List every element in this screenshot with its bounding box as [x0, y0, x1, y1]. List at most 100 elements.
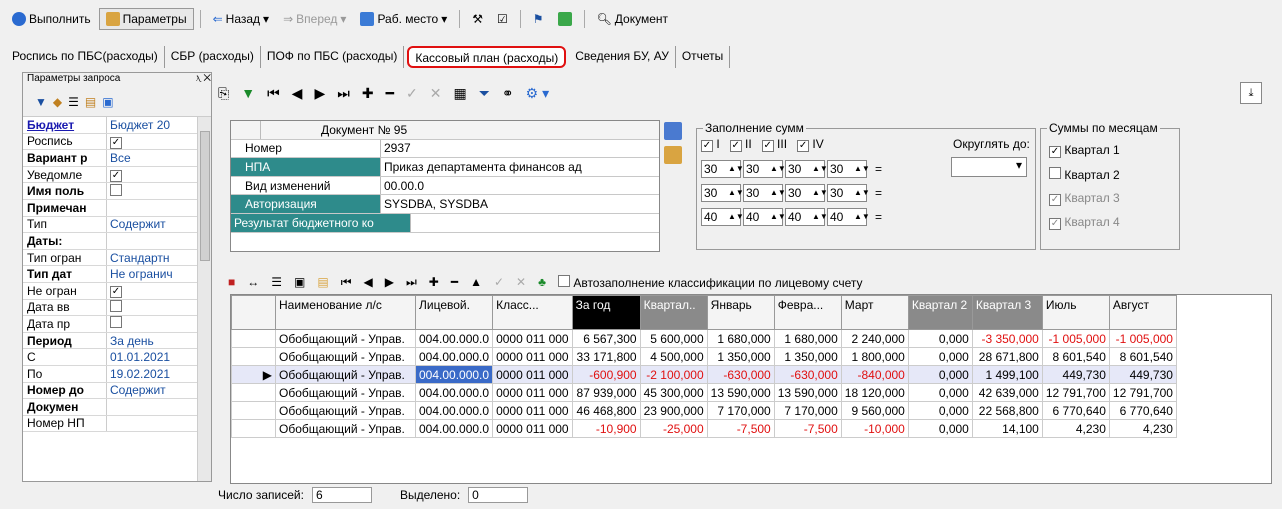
prev-record-icon[interactable]: ◀ [364, 275, 373, 289]
param-value[interactable]: Содержит [107, 217, 195, 231]
grid-column-header[interactable]: Январь [706, 295, 775, 330]
percent-spinner[interactable]: 30 ▲▼ [785, 160, 828, 178]
table-cell[interactable]: 0,000 [907, 329, 973, 348]
param-row[interactable]: Докумен [23, 399, 211, 416]
param-value[interactable]: 19.02.2021 [107, 367, 195, 381]
param-value[interactable] [107, 316, 195, 331]
expand-button[interactable]: ⤓ [1240, 82, 1262, 104]
next-record-icon[interactable]: ▶ [385, 275, 394, 289]
table-row[interactable]: Обобщающий - Управ. 004.00.000.0 0000 011 … [231, 329, 1177, 348]
first-record-icon[interactable]: ⏮ [267, 85, 280, 102]
table-cell[interactable]: -840,000 [840, 365, 909, 384]
grid-column-header[interactable]: Лицевой. [414, 295, 494, 330]
param-row[interactable]: Дата пр [23, 316, 211, 333]
autofill-checkbox[interactable]: Автозаполнение классификации по лицевому… [557, 274, 863, 290]
param-checkbox[interactable]: ✓ [110, 286, 122, 299]
table-cell[interactable]: 45 300,000 [639, 383, 708, 402]
spin-arrows-icon[interactable]: ▲▼ [770, 165, 786, 173]
quarter-check-2[interactable]: ✓ II [729, 137, 752, 152]
table-cell[interactable]: Обобщающий - Управ. [275, 401, 416, 420]
spin-arrows-icon[interactable]: ▲▼ [854, 189, 870, 197]
row-indicator[interactable] [231, 401, 276, 420]
table-cell[interactable]: 23 900,000 [639, 401, 708, 420]
table-cell[interactable]: 7 170,000 [773, 401, 842, 420]
param-value[interactable]: ✓ [107, 134, 195, 149]
param-checkbox[interactable] [110, 299, 122, 312]
percent-spinner[interactable]: 40 ▲▼ [701, 208, 744, 226]
param-row[interactable]: Номер НП [23, 415, 211, 433]
tab-sbr[interactable]: СБР (расходы) [165, 46, 261, 68]
up-icon[interactable]: ▲ [470, 275, 482, 289]
table-cell[interactable]: 42 639,000 [971, 383, 1043, 402]
param-checkbox[interactable] [110, 316, 122, 329]
table-cell[interactable]: 5 600,000 [639, 329, 708, 348]
grid-export-icon[interactable]: ■ [228, 275, 235, 289]
pin-close-icon[interactable]: ⲗ ✕ [196, 73, 211, 87]
table-cell[interactable]: 4,230 [1108, 419, 1177, 438]
round-select[interactable]: ▾ [951, 157, 1027, 177]
doc-value[interactable]: 00.00.0 [381, 179, 659, 193]
table-cell[interactable]: 13 590,000 [706, 383, 775, 402]
param-row[interactable]: По 19.02.2021 [23, 365, 211, 383]
table-cell[interactable]: 0000 011 000 [492, 365, 573, 384]
param-row[interactable]: Период За день [23, 332, 211, 350]
param-row[interactable]: Бюджет Бюджет 20 [23, 117, 211, 134]
row-indicator[interactable] [231, 419, 276, 438]
table-cell[interactable]: 12 791,700 [1108, 383, 1177, 402]
table-cell[interactable]: 7 170,000 [706, 401, 775, 420]
table-cell[interactable]: Обобщающий - Управ. [275, 419, 416, 438]
row-indicator[interactable]: ▶ [231, 365, 276, 384]
table-cell[interactable]: 6 567,300 [571, 329, 641, 348]
param-value[interactable]: 01.01.2021 [107, 350, 195, 364]
params-button[interactable]: Параметры [98, 8, 194, 30]
table-cell[interactable]: 8 601,540 [1041, 347, 1110, 366]
table-cell[interactable]: 9 560,000 [840, 401, 909, 420]
table-cell[interactable]: 1 680,000 [706, 329, 775, 348]
table-cell[interactable]: -7,500 [773, 419, 842, 438]
doc-value[interactable]: 2937 [381, 141, 659, 155]
table-row[interactable]: Обобщающий - Управ. 004.00.000.0 0000 011 … [231, 347, 1177, 366]
table-cell[interactable]: 2 240,000 [840, 329, 909, 348]
percent-spinner[interactable]: 30 ▲▼ [827, 160, 870, 178]
table-cell[interactable]: 0000 011 000 [492, 401, 573, 420]
clear-icon[interactable]: ◆ [53, 95, 62, 109]
param-value[interactable] [107, 299, 195, 315]
month-check-2[interactable]: Квартал 2 [1049, 167, 1120, 182]
tree-icon[interactable]: ▤ [85, 95, 96, 109]
confirm-icon[interactable]: ✓ [494, 275, 504, 289]
spin-arrows-icon[interactable]: ▲▼ [770, 189, 786, 197]
settings-icon[interactable]: ⚙ ▾ [526, 85, 549, 102]
table-row[interactable]: Обобщающий - Управ. 004.00.000.0 0000 011 … [231, 419, 1177, 438]
delete-icon[interactable]: ━ [386, 85, 394, 102]
param-value[interactable]: Все [107, 151, 195, 165]
table-row[interactable]: Обобщающий - Управ. 004.00.000.0 0000 011 … [231, 383, 1177, 402]
param-value[interactable]: ✓ [107, 167, 195, 183]
table-cell[interactable]: -2 100,000 [639, 365, 708, 384]
param-row[interactable]: Тип дат Не огранич [23, 266, 211, 283]
param-row[interactable]: Не огран ✓ [23, 282, 211, 300]
tab-rospis[interactable]: Роспись по ПБС(расходы) [6, 46, 165, 68]
scroll-thumb[interactable] [200, 131, 210, 261]
table-cell[interactable]: 1 800,000 [840, 347, 909, 366]
param-row[interactable]: Тип Содержит [23, 216, 211, 234]
param-value[interactable]: Стандартн [107, 251, 195, 265]
param-value[interactable]: Содержит [107, 383, 195, 397]
copy-icon[interactable]: ⎘ [218, 85, 229, 102]
table-cell[interactable]: 1 350,000 [706, 347, 775, 366]
table-cell[interactable]: 46 468,800 [571, 401, 641, 420]
table-cell[interactable]: 449,730 [1108, 365, 1177, 384]
add-icon[interactable]: ✚ [362, 85, 374, 102]
month-check-1[interactable]: ✓ Квартал 1 [1049, 143, 1120, 158]
tab-reports[interactable]: Отчеты [676, 46, 731, 68]
param-row[interactable]: Имя поль [23, 183, 211, 200]
percent-spinner[interactable]: 30 ▲▼ [743, 184, 786, 202]
table-cell[interactable]: 33 171,800 [571, 347, 641, 366]
param-checkbox[interactable]: ✓ [110, 136, 122, 149]
table-cell[interactable]: 4 500,000 [639, 347, 708, 366]
table-cell[interactable]: -10,000 [840, 419, 909, 438]
table-cell[interactable]: 18 120,000 [840, 383, 909, 402]
filter-icon[interactable]: ▼ [241, 85, 255, 101]
filter-icon[interactable]: ▼ [35, 95, 47, 109]
table-cell[interactable]: 6 770,640 [1108, 401, 1177, 420]
list-icon[interactable]: ☰ [271, 275, 282, 289]
